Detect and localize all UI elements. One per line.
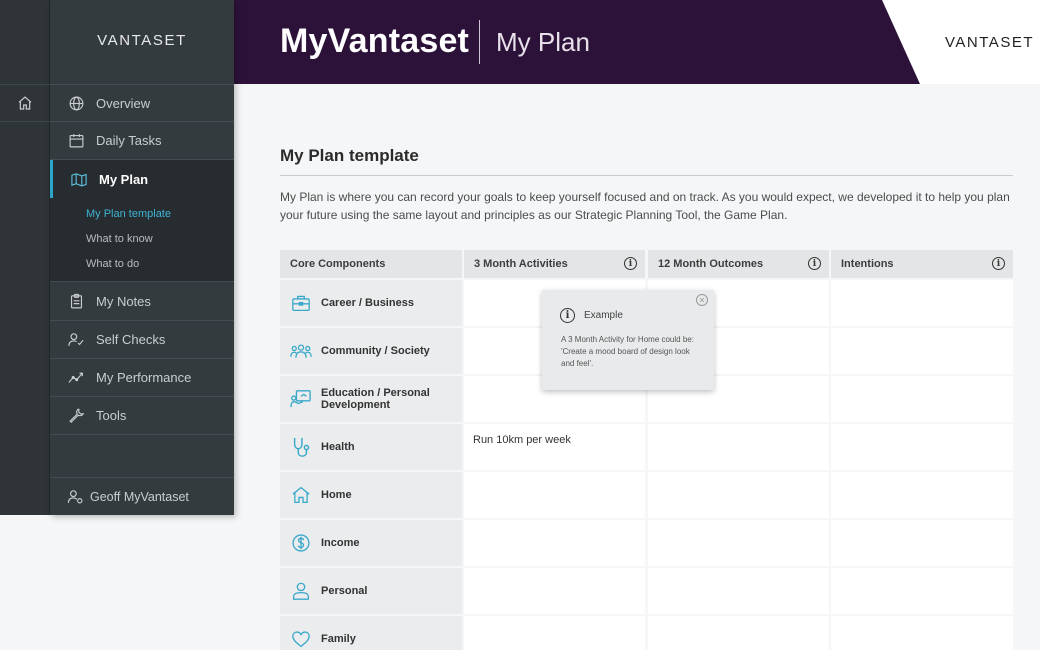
example-tooltip: i Example ✕ A 3 Month Activity for Home … (542, 290, 714, 390)
tooltip-body: A 3 Month Activity for Home could be: 'C… (561, 335, 694, 368)
intention-cell[interactable] (831, 280, 1013, 326)
activity-cell[interactable] (464, 616, 645, 650)
top-header: MyVantaset My Plan VANTASET (234, 0, 1040, 84)
sidebar-item-label: My Notes (96, 294, 151, 309)
outcome-cell[interactable] (648, 424, 829, 470)
sidebar-item-my-plan[interactable]: My Plan (50, 160, 234, 198)
info-icon[interactable]: i (992, 257, 1005, 270)
sidebar-item-my-notes[interactable]: My Notes (50, 283, 234, 321)
wrench-icon (66, 406, 86, 426)
row-label-cell: Family (280, 616, 462, 650)
clipboard-icon (66, 292, 86, 312)
rail-home-button[interactable] (0, 84, 50, 122)
table-row: Health Run 10km per week (280, 424, 1013, 470)
outcome-cell[interactable] (648, 472, 829, 518)
table-row: Personal (280, 568, 1013, 614)
sidebar-item-label: Daily Tasks (96, 133, 162, 148)
table-header: Core Components 3 Month Activities i 12 … (280, 250, 1013, 278)
globe-icon (66, 93, 86, 113)
row-label-cell: Education / Personal Development (280, 376, 462, 422)
row-label-cell: Personal (280, 568, 462, 614)
outcome-cell[interactable] (648, 568, 829, 614)
row-label-cell: Home (280, 472, 462, 518)
column-header-3-month-activities: 3 Month Activities i (464, 250, 645, 278)
outcome-cell[interactable] (648, 520, 829, 566)
activity-cell[interactable] (464, 568, 645, 614)
info-icon[interactable]: i (808, 257, 821, 270)
heart-icon (290, 628, 312, 650)
sidebar-item-label: Overview (96, 95, 151, 111)
sidebar-item-daily-tasks[interactable]: Daily Tasks (50, 122, 234, 160)
activity-cell[interactable] (464, 520, 645, 566)
sidebar-item-label: Tools (96, 408, 127, 423)
sidebar-item-my-performance[interactable]: My Performance (50, 359, 234, 397)
user-check-icon (66, 330, 86, 350)
intention-cell[interactable] (831, 328, 1013, 374)
home-icon (290, 484, 312, 506)
brand-logo: VANTASET (945, 34, 1034, 51)
sidebar-item-label: My Plan (99, 171, 149, 187)
page-section-title: My Plan (496, 27, 590, 57)
sidebar-subnav: My Plan template What to know What to do (50, 198, 234, 282)
app-title: MyVantaset (280, 22, 470, 60)
intention-cell[interactable] (831, 520, 1013, 566)
subnav-item-my-plan-template[interactable]: My Plan template (86, 208, 171, 220)
row-label-cell: Career / Business (280, 280, 462, 326)
outcome-cell[interactable] (648, 616, 829, 650)
table-row: Income (280, 520, 1013, 566)
column-header-12-month-outcomes: 12 Month Outcomes i (648, 250, 829, 278)
person-icon (290, 580, 312, 602)
stethoscope-icon (290, 436, 312, 458)
table-row: Home (280, 472, 1013, 518)
home-icon (18, 96, 32, 110)
tooltip-title: Example (584, 310, 623, 321)
sidebar-item-tools[interactable]: Tools (50, 397, 234, 435)
subnav-item-what-to-know[interactable]: What to know (86, 233, 153, 245)
intention-cell[interactable] (831, 376, 1013, 422)
calendar-icon (66, 131, 86, 151)
intention-cell[interactable] (831, 568, 1013, 614)
user-profile[interactable]: Geoff MyVantaset (50, 477, 234, 515)
briefcase-icon (290, 292, 312, 314)
icon-rail (0, 0, 50, 515)
row-label-cell: Health (280, 424, 462, 470)
info-icon[interactable]: i (624, 257, 637, 270)
sidebar-item-overview[interactable]: Overview (50, 84, 234, 122)
sidebar-item-self-checks[interactable]: Self Checks (50, 321, 234, 359)
row-label-cell: Community / Society (280, 328, 462, 374)
intention-cell[interactable] (831, 616, 1013, 650)
header-divider (479, 20, 480, 64)
table-row: Family (280, 616, 1013, 650)
subnav-item-what-to-do[interactable]: What to do (86, 258, 139, 270)
sidebar: VANTASET Overview Daily Tasks My Plan My… (50, 0, 234, 515)
map-icon (69, 169, 89, 189)
title-divider (280, 175, 1013, 176)
sidebar-item-label: Self Checks (96, 332, 166, 347)
close-icon[interactable]: ✕ (696, 294, 708, 306)
people-icon (290, 340, 312, 362)
info-icon: i (560, 308, 575, 323)
presentation-icon (290, 388, 312, 410)
sidebar-item-label: My Performance (96, 370, 192, 385)
dollar-icon (290, 532, 312, 554)
sidebar-logo: VANTASET (97, 32, 187, 49)
activity-cell[interactable] (464, 472, 645, 518)
activity-cell[interactable]: Run 10km per week (464, 424, 645, 470)
intention-cell[interactable] (831, 472, 1013, 518)
intro-text: My Plan is where you can record your goa… (280, 190, 1010, 222)
trend-icon (66, 368, 86, 388)
page-title: My Plan template (280, 146, 419, 165)
user-gear-icon (66, 488, 84, 506)
intention-cell[interactable] (831, 424, 1013, 470)
row-label-cell: Income (280, 520, 462, 566)
column-header-core-components: Core Components (280, 250, 462, 278)
column-header-intentions: Intentions i (831, 250, 1013, 278)
user-name: Geoff MyVantaset (90, 489, 189, 504)
